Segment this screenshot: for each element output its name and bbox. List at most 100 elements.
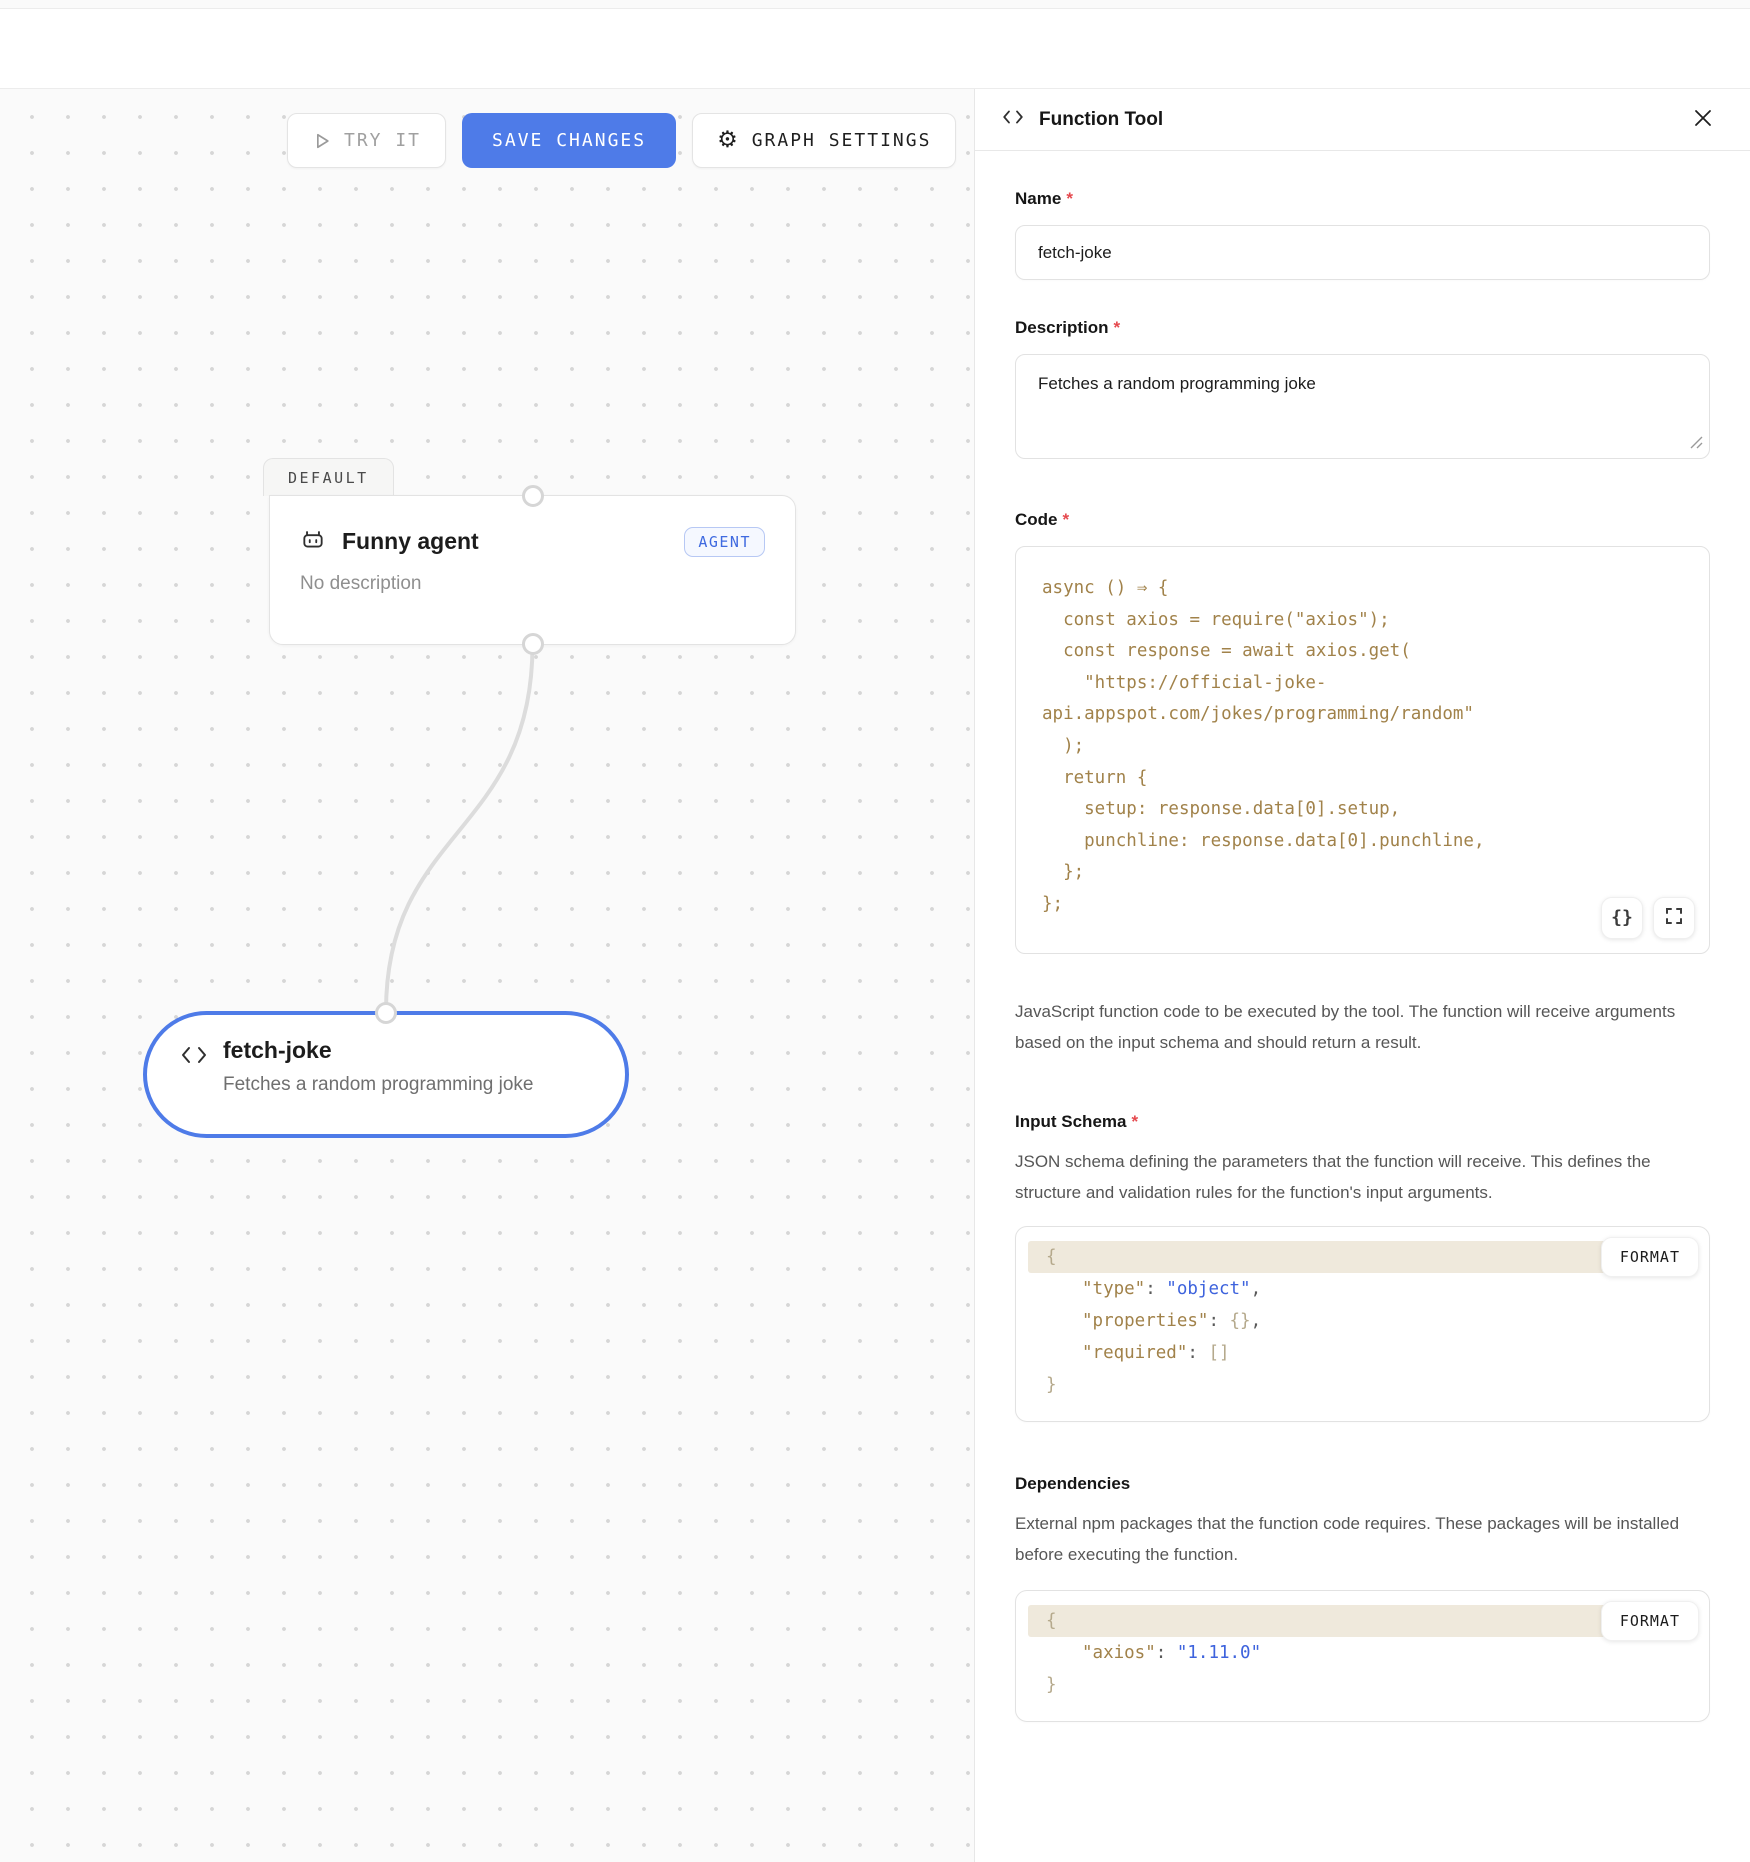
panel-body: Name * Description * Code * async () ⇒ { [975,151,1750,1762]
agent-bottom-handle[interactable] [522,633,544,655]
name-label-text: Name [1015,189,1061,208]
gear-icon: ⚙ [717,129,740,152]
json-line: "properties": {}, [1028,1305,1697,1337]
json-line: { [1028,1241,1697,1273]
agent-node[interactable]: Funny agent AGENT No description [269,495,796,645]
input-schema-required-asterisk: * [1131,1112,1138,1131]
group-tab-default[interactable]: DEFAULT [263,458,394,496]
name-required-asterisk: * [1066,189,1073,208]
tool-node-description: Fetches a random programming joke [223,1074,605,1096]
json-separator: : [1156,1643,1177,1663]
description-textarea[interactable] [1015,354,1710,459]
json-line: "type": "object", [1028,1273,1697,1305]
play-icon [312,131,332,151]
fullscreen-icon [1665,907,1683,928]
tool-node-title: fetch-joke [223,1037,605,1064]
code-line: async () ⇒ { [1042,573,1685,605]
robot-icon [300,526,326,557]
code-line: const axios = require("axios"); [1042,605,1685,637]
code-line: punchline: response.data[0].punchline, [1042,826,1685,858]
close-button[interactable] [1692,107,1714,132]
code-editor[interactable]: async () ⇒ { const axios = require("axio… [1015,546,1710,954]
dependencies-editor[interactable]: { "axios": "1.11.0" } FORMAT [1015,1590,1710,1722]
code-editor-actions: {} [1601,897,1695,939]
json-line: "axios": "1.11.0" [1028,1637,1697,1669]
input-schema-label: Input Schema * [1015,1112,1710,1132]
format-schema-button[interactable]: FORMAT [1601,1237,1699,1277]
function-tool-panel: Function Tool Name * Description * [975,89,1750,1862]
json-value: "object" [1166,1279,1250,1299]
close-icon [1692,107,1714,132]
name-label: Name * [1015,189,1710,209]
dependencies-label: Dependencies [1015,1474,1710,1494]
code-line: return { [1042,763,1685,795]
json-comma: , [1251,1311,1262,1331]
name-input[interactable] [1015,225,1710,280]
agent-type-badge: AGENT [684,527,765,557]
try-it-label: TRY IT [344,130,421,151]
graph-canvas[interactable]: TRY IT SAVE CHANGES ⚙ GRAPH SETTINGS DEF… [0,89,975,1862]
json-key: "axios" [1082,1643,1156,1663]
json-key: "type" [1082,1279,1145,1299]
json-line: } [1028,1669,1697,1701]
input-schema-editor[interactable]: { "type": "object", "properties": {}, "r… [1015,1226,1710,1422]
format-dependencies-button[interactable]: FORMAT [1601,1601,1699,1641]
group-tab-label: DEFAULT [288,469,369,487]
save-changes-label: SAVE CHANGES [492,130,646,151]
code-label-text: Code [1015,510,1058,529]
json-key: "properties" [1082,1311,1208,1331]
agent-node-description: No description [300,573,765,595]
code-required-asterisk: * [1063,510,1070,529]
app-top-bar [0,9,1750,88]
canvas-toolbar: TRY IT SAVE CHANGES ⚙ GRAPH SETTINGS [287,113,956,168]
tool-top-handle[interactable] [375,1002,397,1024]
json-line: { [1028,1605,1697,1637]
code-icon [179,1042,209,1073]
description-label: Description * [1015,318,1710,338]
json-separator: : [1145,1279,1166,1299]
code-line: }; [1042,889,1685,921]
main-area: TRY IT SAVE CHANGES ⚙ GRAPH SETTINGS DEF… [0,88,1750,1862]
agent-top-handle[interactable] [522,485,544,507]
description-label-text: Description [1015,318,1109,337]
code-line: api.appspot.com/jokes/programming/random… [1042,699,1685,731]
tool-node[interactable]: fetch-joke Fetches a random programming … [143,1011,629,1138]
tool-node-body: fetch-joke Fetches a random programming … [147,1015,625,1134]
fullscreen-button[interactable] [1653,897,1695,939]
graph-settings-label: GRAPH SETTINGS [752,130,932,151]
dependencies-help-text: External npm packages that the function … [1015,1508,1710,1570]
code-line: const response = await axios.get( [1042,636,1685,668]
json-comma: , [1251,1279,1262,1299]
panel-title: Function Tool [1039,109,1678,131]
json-open-brace: { [1046,1611,1057,1631]
json-line: } [1028,1369,1697,1401]
json-braces: {} [1230,1311,1251,1331]
agent-node-title: Funny agent [342,528,668,555]
node-connection-edge [0,89,975,1862]
json-value: "1.11.0" [1177,1643,1261,1663]
code-line: "https://official-joke- [1042,668,1685,700]
description-required-asterisk: * [1114,318,1121,337]
panel-header: Function Tool [975,89,1750,151]
code-help-text: JavaScript function code to be executed … [1015,996,1710,1058]
format-code-button[interactable]: {} [1601,897,1643,939]
agent-node-header: Funny agent AGENT [300,526,765,557]
json-open-brace: { [1046,1247,1057,1267]
json-separator: : [1187,1343,1208,1363]
input-schema-label-text: Input Schema [1015,1112,1126,1131]
code-label: Code * [1015,510,1710,530]
try-it-button[interactable]: TRY IT [287,113,446,168]
json-close-brace: } [1046,1375,1057,1395]
graph-settings-button[interactable]: ⚙ GRAPH SETTINGS [692,113,956,168]
code-icon [1001,107,1025,132]
code-line: setup: response.data[0].setup, [1042,794,1685,826]
resize-handle-icon[interactable] [1690,436,1703,454]
window-top-edge [0,0,1750,9]
braces-icon: {} [1611,907,1633,928]
input-schema-help-text: JSON schema defining the parameters that… [1015,1146,1710,1208]
json-separator: : [1208,1311,1229,1331]
code-line: ); [1042,731,1685,763]
json-key: "required" [1082,1343,1187,1363]
save-changes-button[interactable]: SAVE CHANGES [462,113,676,168]
json-line: "required": [] [1028,1337,1697,1369]
